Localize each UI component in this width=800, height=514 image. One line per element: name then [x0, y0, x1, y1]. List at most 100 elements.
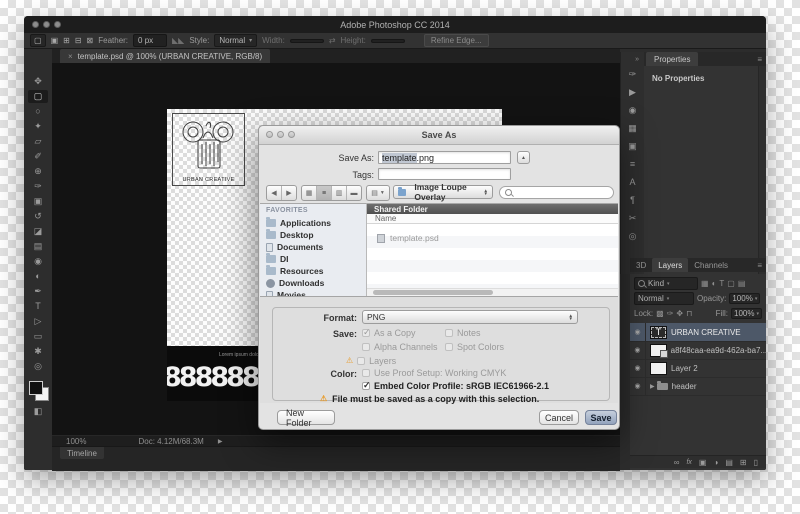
- column-view-icon[interactable]: ▥: [332, 186, 347, 200]
- sidebar-item-applications[interactable]: Applications: [266, 217, 331, 228]
- checkbox-embed-color-profile[interactable]: Embed Color Profile: sRGB IEC61966-2.1: [362, 380, 549, 391]
- search-field[interactable]: [499, 186, 614, 199]
- blend-mode-dropdown[interactable]: Normal: [634, 292, 694, 305]
- list-view-icon[interactable]: ≡: [317, 186, 332, 200]
- eraser-tool[interactable]: ◪: [28, 225, 48, 238]
- layer-name[interactable]: header: [672, 382, 697, 391]
- dodge-tool[interactable]: ◐: [28, 270, 48, 283]
- document-tab[interactable]: × template.psd @ 100% (URBAN CREATIVE, R…: [60, 49, 271, 63]
- eyedropper-tool[interactable]: ✐: [28, 150, 48, 163]
- tool-presets-panel-icon[interactable]: ✂: [629, 214, 637, 223]
- properties-scrollbar[interactable]: [758, 66, 766, 274]
- shape-tool[interactable]: ▭: [28, 330, 48, 343]
- new-folder-button[interactable]: New Folder: [277, 408, 335, 428]
- status-menu-arrow-icon[interactable]: ▶: [218, 438, 223, 445]
- fill-value[interactable]: 100%: [731, 308, 762, 319]
- checkbox-as-a-copy[interactable]: As a Copy: [362, 327, 416, 338]
- width-input[interactable]: [289, 38, 324, 43]
- layer-row-header-group[interactable]: ◉ ▶ header: [630, 377, 766, 396]
- kind-filter-dropdown[interactable]: Kind: [634, 277, 698, 290]
- tags-input[interactable]: [378, 168, 511, 180]
- action-menu[interactable]: ▤ ▼: [366, 185, 390, 201]
- expand-dialog-button[interactable]: ▲: [517, 151, 530, 164]
- panel-menu-icon[interactable]: ≡: [757, 55, 762, 64]
- antialias-icon[interactable]: ◣◣: [172, 36, 184, 45]
- blur-tool[interactable]: ◉: [28, 255, 48, 268]
- minimize-button[interactable]: [277, 131, 284, 138]
- checkbox-layers[interactable]: ⚠ Layers: [346, 356, 396, 366]
- tab-properties[interactable]: Properties: [646, 52, 699, 66]
- lock-all-icon[interactable]: ⊓: [686, 309, 692, 318]
- layer-mask-icon[interactable]: ▣: [699, 458, 707, 467]
- selection-mode-icon-1[interactable]: ⊞: [63, 36, 70, 45]
- style-dropdown[interactable]: Normal: [214, 34, 258, 47]
- expand-group-icon[interactable]: ▶: [650, 383, 655, 390]
- sidebar-item-di[interactable]: DI: [266, 253, 289, 264]
- coverflow-view-icon[interactable]: ▬: [347, 186, 361, 200]
- tab-layers[interactable]: Layers: [652, 258, 689, 272]
- panel-menu-icon[interactable]: ≡: [757, 261, 762, 270]
- checkbox-notes[interactable]: Notes: [445, 328, 481, 338]
- checkbox-icon[interactable]: [357, 357, 366, 365]
- active-tool-icon[interactable]: ▢: [30, 34, 46, 47]
- height-input[interactable]: [370, 38, 405, 43]
- filter-adjustment-icon[interactable]: ◐: [712, 279, 717, 288]
- clone-stamp-tool[interactable]: ▣: [28, 195, 48, 208]
- checkbox-icon[interactable]: [362, 369, 370, 377]
- save-button[interactable]: Save: [585, 410, 617, 425]
- navigator-panel-icon[interactable]: ◎: [629, 232, 637, 241]
- layer-effects-icon[interactable]: fx: [686, 459, 691, 466]
- sidebar-item-desktop[interactable]: Desktop: [266, 229, 314, 240]
- hand-tool[interactable]: ✱: [28, 345, 48, 358]
- foreground-color-swatch[interactable]: [29, 381, 43, 395]
- crop-tool[interactable]: ▱: [28, 135, 48, 148]
- new-group-icon[interactable]: ▤: [725, 458, 733, 467]
- name-column-header[interactable]: Name: [367, 214, 618, 224]
- layer-row-a8f48caa[interactable]: ◉ a8f48caa-ea9d-462a-ba7...: [630, 341, 766, 360]
- layer-row-urban-creative[interactable]: ◉ T URBAN CREATIVE: [630, 323, 766, 342]
- forward-icon[interactable]: ▶: [282, 186, 296, 200]
- feather-input[interactable]: 0 px: [133, 34, 168, 47]
- healing-brush-tool[interactable]: ⊕: [28, 165, 48, 178]
- sidebar-item-resources[interactable]: Resources: [266, 265, 323, 276]
- icon-view-icon[interactable]: ▦: [302, 186, 317, 200]
- dialog-titlebar[interactable]: Save As: [259, 126, 619, 145]
- history-brush-tool[interactable]: ↺: [28, 210, 48, 223]
- checkbox-icon[interactable]: [362, 380, 371, 391]
- visibility-eye-icon[interactable]: ◉: [630, 323, 646, 341]
- gradient-tool[interactable]: ▤: [28, 240, 48, 253]
- close-button[interactable]: [32, 21, 39, 28]
- brush-tool[interactable]: ✑: [28, 180, 48, 193]
- layer-name[interactable]: URBAN CREATIVE: [671, 328, 741, 337]
- filter-pixel-icon[interactable]: ▦: [701, 279, 709, 288]
- move-tool[interactable]: ✥: [28, 75, 48, 88]
- tab-channels[interactable]: Channels: [688, 258, 734, 272]
- swap-dimensions-icon[interactable]: ⇄: [329, 36, 336, 45]
- format-dropdown[interactable]: PNG: [362, 310, 578, 324]
- filter-shape-icon[interactable]: ▢: [727, 279, 735, 288]
- adjustment-layer-icon[interactable]: ◑: [713, 458, 718, 467]
- cancel-button[interactable]: Cancel: [539, 410, 579, 425]
- horizontal-scrollbar[interactable]: [367, 288, 618, 296]
- tab-3d[interactable]: 3D: [630, 258, 652, 272]
- styles-panel-icon[interactable]: ≡: [630, 160, 635, 169]
- link-layers-icon[interactable]: ∞: [674, 458, 680, 467]
- layer-name[interactable]: a8f48caa-ea9d-462a-ba7...: [671, 346, 766, 355]
- lock-pixels-icon[interactable]: ✑: [667, 309, 674, 318]
- refine-edge-button[interactable]: Refine Edge...: [423, 34, 489, 47]
- selection-mode-icon-3[interactable]: ⊠: [87, 36, 94, 45]
- visibility-eye-icon[interactable]: ◉: [630, 341, 646, 359]
- selection-mode-icon-2[interactable]: ⊟: [75, 36, 82, 45]
- filename-input[interactable]: template.png: [378, 151, 511, 164]
- opacity-value[interactable]: 100%: [729, 293, 761, 304]
- layer-thumbnail[interactable]: [649, 343, 668, 358]
- quick-mask-button[interactable]: ◧: [28, 405, 48, 418]
- new-layer-icon[interactable]: ⊞: [740, 458, 747, 467]
- character-panel-icon[interactable]: A: [629, 178, 635, 187]
- actions-panel-icon[interactable]: ▶: [629, 88, 636, 97]
- lock-position-icon[interactable]: ✥: [676, 309, 683, 318]
- lasso-tool[interactable]: ○: [28, 105, 48, 118]
- clone-source-panel-icon[interactable]: ▣: [628, 142, 637, 151]
- layer-thumbnail[interactable]: [650, 361, 667, 375]
- filter-type-icon[interactable]: T: [719, 279, 724, 288]
